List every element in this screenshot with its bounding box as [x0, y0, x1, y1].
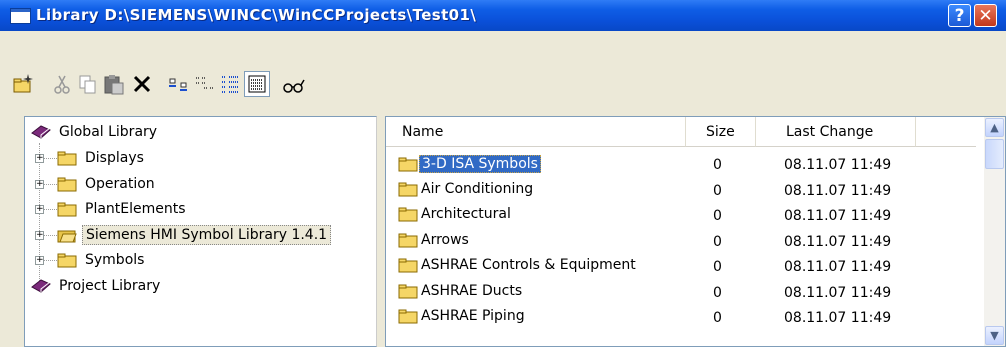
- item-name: 3-D ISA Symbols: [419, 155, 541, 173]
- list-row[interactable]: ASHRAE Controls & Equipment 0 08.11.07 11:…: [386, 253, 976, 279]
- item-size: 0: [713, 182, 722, 199]
- window-title: Library D:\SIEMENS\WINCC\WinCCProjects\T…: [36, 6, 477, 24]
- list-row[interactable]: 3-D ISA Symbols 0 08.11.07 11:49: [386, 151, 976, 177]
- item-name: ASHRAE Piping: [421, 308, 525, 324]
- tree-item-plantelements[interactable]: PlantElements: [57, 198, 189, 220]
- folder-icon: [57, 202, 77, 217]
- list-cell-name: 3-D ISA Symbols: [398, 155, 541, 173]
- item-size: 0: [713, 310, 722, 326]
- folder-icon: [57, 151, 77, 166]
- paste-icon[interactable]: [101, 71, 127, 97]
- list-cell-name: Architectural: [398, 206, 513, 222]
- details-view-icon[interactable]: [244, 71, 270, 97]
- list-cell-name: ASHRAE Controls & Equipment: [398, 257, 638, 273]
- item-name: ASHRAE Controls & Equipment: [421, 257, 636, 273]
- library-list[interactable]: Name Size Last Change 3-D ISA Symbols 0 08…: [385, 116, 1006, 347]
- tree-label: Displays: [85, 150, 144, 166]
- item-size: 0: [713, 208, 722, 224]
- expand-icon[interactable]: +: [35, 231, 44, 240]
- item-name: Architectural: [421, 206, 511, 222]
- folder-icon: [398, 207, 418, 222]
- library-tree[interactable]: Global Library + Displays + Operation + …: [24, 116, 377, 347]
- tree-label: Siemens HMI Symbol Library 1.4.1: [82, 225, 332, 245]
- open-folder-icon: [57, 230, 77, 243]
- tree-item-siemens-hmi-symbol-library[interactable]: Siemens HMI Symbol Library 1.4.1: [57, 224, 332, 246]
- cut-icon[interactable]: [49, 71, 75, 97]
- tree-label: PlantElements: [85, 201, 186, 217]
- scroll-up-icon[interactable]: ▲: [985, 118, 1004, 137]
- tree-item-project-library[interactable]: Project Library: [31, 275, 163, 297]
- delete-icon[interactable]: [129, 71, 155, 97]
- close-button[interactable]: ✕: [974, 4, 997, 27]
- list-cell-name: Air Conditioning: [398, 181, 535, 197]
- tree-item-displays[interactable]: Displays: [57, 147, 147, 169]
- column-header-size[interactable]: Size: [686, 117, 756, 147]
- list-row[interactable]: Architectural 0 08.11.07 11:49: [386, 202, 976, 228]
- list-row[interactable]: Arrows 0 08.11.07 11:49: [386, 228, 976, 254]
- expand-icon[interactable]: +: [35, 256, 44, 265]
- expand-icon[interactable]: +: [35, 180, 44, 189]
- item-size: 0: [713, 259, 722, 275]
- item-last-change: 08.11.07 11:49: [784, 208, 892, 224]
- column-header-last-change[interactable]: Last Change: [756, 117, 916, 147]
- small-icons-icon[interactable]: [166, 71, 192, 97]
- list-cell-name: ASHRAE Piping: [398, 308, 527, 324]
- glasses-icon[interactable]: [281, 71, 307, 97]
- list-cell-name: ASHRAE Ducts: [398, 283, 524, 299]
- item-last-change: 08.11.07 11:49: [784, 233, 892, 250]
- folder-icon: [398, 157, 418, 172]
- tree-item-global-library[interactable]: Global Library: [31, 121, 160, 143]
- folder-icon: [57, 177, 77, 192]
- folder-icon: [398, 309, 418, 324]
- item-name: ASHRAE Ducts: [421, 282, 523, 299]
- vertical-scrollbar[interactable]: ▲ ▼: [984, 117, 1005, 346]
- folder-icon: [398, 258, 418, 273]
- tree-label: Operation: [85, 176, 155, 192]
- expand-icon[interactable]: +: [35, 154, 44, 163]
- help-button[interactable]: ?: [948, 4, 971, 27]
- list-row[interactable]: ASHRAE Piping 0 08.11.07 11:49: [386, 304, 976, 330]
- item-last-change: 08.11.07 11:49: [784, 182, 892, 199]
- list-row[interactable]: ASHRAE Ducts 0 08.11.07 11:49: [386, 279, 976, 305]
- folder-icon: [398, 284, 418, 298]
- scroll-thumb[interactable]: [985, 139, 1004, 169]
- item-size: 0: [713, 157, 722, 173]
- list-row[interactable]: Air Conditioning 0 08.11.07 11:49: [386, 177, 976, 203]
- toolbar: [0, 31, 1006, 112]
- tree-label: Symbols: [85, 252, 145, 268]
- item-last-change: 08.11.07 11:49: [784, 157, 892, 173]
- folder-icon: [398, 182, 418, 196]
- copy-icon[interactable]: [75, 71, 101, 97]
- pane-splitter[interactable]: [377, 116, 385, 347]
- item-last-change: 08.11.07 11:49: [784, 310, 892, 326]
- list-view-icon[interactable]: [218, 71, 244, 97]
- list-header: Name Size Last Change: [386, 117, 976, 147]
- folder-icon: [57, 253, 77, 268]
- list-cell-name: Arrows: [398, 232, 471, 248]
- item-last-change: 08.11.07 11:49: [784, 259, 892, 275]
- tree-label: Project Library: [59, 278, 161, 294]
- title-bar[interactable]: Library D:\SIEMENS\WINCC\WinCCProjects\T…: [0, 0, 1006, 31]
- item-size: 0: [713, 233, 722, 250]
- book-icon: [31, 125, 51, 139]
- column-header-name[interactable]: Name: [386, 117, 686, 147]
- book-icon: [31, 279, 51, 293]
- library-window: Library D:\SIEMENS\WINCC\WinCCProjects\T…: [0, 0, 1006, 347]
- scroll-down-icon[interactable]: ▼: [985, 326, 1004, 345]
- new-folder-icon[interactable]: [10, 71, 36, 97]
- tree-item-symbols[interactable]: Symbols: [57, 249, 147, 271]
- folder-icon: [398, 233, 418, 247]
- item-last-change: 08.11.07 11:49: [784, 284, 892, 301]
- expand-icon[interactable]: +: [35, 205, 44, 214]
- column-header-filler: [916, 117, 976, 147]
- tree-label: Global Library: [59, 124, 158, 140]
- large-icons-icon[interactable]: [192, 71, 218, 97]
- window-icon: [10, 8, 31, 24]
- item-name: Air Conditioning: [421, 180, 534, 197]
- tree-item-operation[interactable]: Operation: [57, 173, 158, 195]
- item-size: 0: [713, 284, 722, 301]
- item-name: Arrows: [421, 231, 469, 248]
